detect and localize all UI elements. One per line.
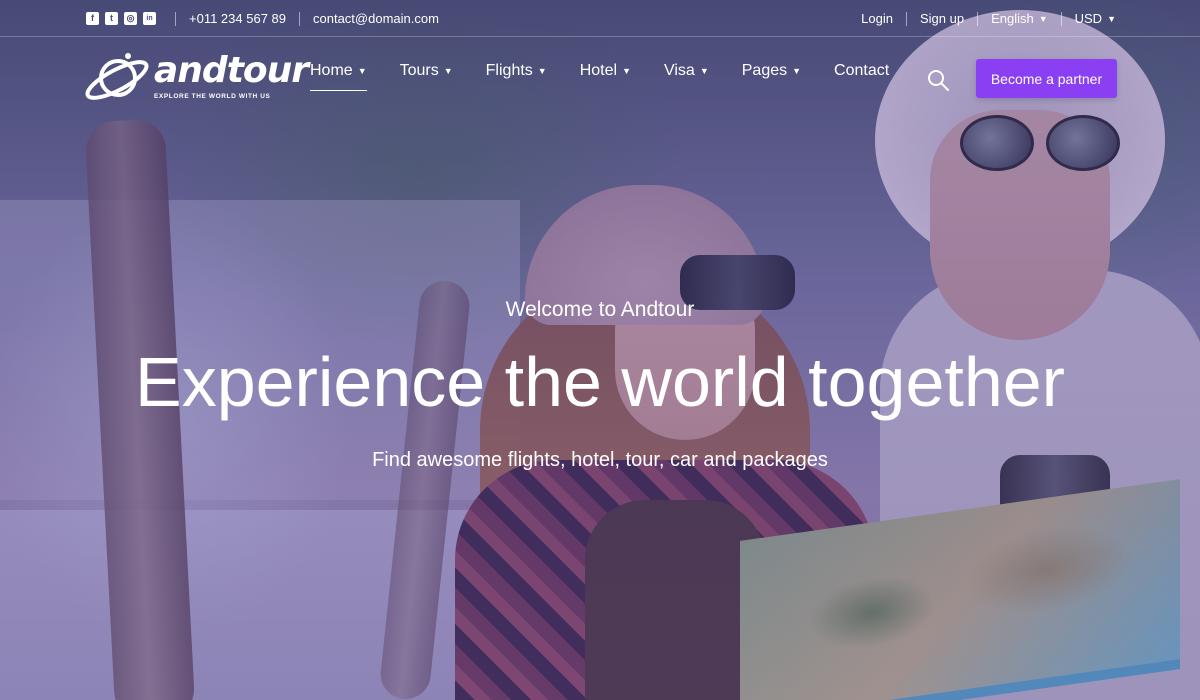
chevron-down-icon: ▼ bbox=[622, 66, 631, 76]
chevron-down-icon: ▼ bbox=[1107, 14, 1116, 24]
top-bar-left: f t ◎ in +011 234 567 89 contact@domain.… bbox=[86, 0, 439, 37]
divider bbox=[905, 11, 907, 26]
currency-value: USD bbox=[1074, 11, 1103, 26]
divider bbox=[299, 11, 300, 26]
nav-item-contact[interactable]: Contact bbox=[834, 62, 889, 90]
chevron-down-icon: ▼ bbox=[699, 66, 709, 76]
chevron-down-icon: ▼ bbox=[1038, 14, 1048, 24]
email-link[interactable]: contact@domain.com bbox=[313, 11, 439, 26]
nav-item-label: Home bbox=[310, 62, 353, 79]
chevron-down-icon: ▼ bbox=[792, 66, 802, 76]
chevron-down-icon: ▼ bbox=[357, 66, 367, 76]
twitter-icon[interactable]: t bbox=[105, 12, 118, 25]
site-logo[interactable]: andtour EXPLORE THE WORLD WITH US bbox=[82, 48, 309, 108]
top-bar-right: Login Sign up English ▼ USD ▼ bbox=[861, 0, 1116, 37]
linkedin-icon[interactable]: in bbox=[143, 12, 156, 25]
nav-item-hotel[interactable]: Hotel ▼ bbox=[580, 62, 631, 90]
nav-item-pages[interactable]: Pages ▼ bbox=[742, 62, 801, 90]
nav-item-home[interactable]: Home ▼ bbox=[310, 62, 367, 91]
planet-logo-icon bbox=[85, 53, 149, 100]
divider bbox=[977, 11, 979, 26]
language-selector[interactable]: English ▼ bbox=[991, 11, 1048, 26]
instagram-icon[interactable]: ◎ bbox=[124, 12, 137, 25]
signup-link[interactable]: Sign up bbox=[920, 11, 964, 26]
hero-headline: Experience the world together bbox=[135, 343, 1065, 421]
login-link[interactable]: Login bbox=[861, 11, 893, 26]
language-value: English bbox=[991, 11, 1034, 26]
chevron-down-icon: ▼ bbox=[443, 66, 453, 76]
nav-item-label: Flights bbox=[485, 62, 533, 79]
facebook-icon[interactable]: f bbox=[86, 12, 99, 25]
hero-subtitle: Find awesome flights, hotel, tour, car a… bbox=[372, 449, 828, 471]
top-bar: f t ◎ in +011 234 567 89 contact@domain.… bbox=[0, 0, 1200, 37]
brand-name: andtour bbox=[154, 50, 309, 91]
currency-selector[interactable]: USD ▼ bbox=[1075, 11, 1116, 26]
nav-item-flights[interactable]: Flights ▼ bbox=[486, 62, 547, 90]
nav-item-label: Pages bbox=[741, 62, 788, 79]
brand-tagline: EXPLORE THE WORLD WITH US bbox=[154, 93, 271, 100]
divider bbox=[175, 11, 176, 26]
nav-item-label: Visa bbox=[663, 62, 695, 79]
search-icon[interactable] bbox=[926, 68, 950, 92]
phone-link[interactable]: +011 234 567 89 bbox=[189, 11, 286, 26]
main-nav: Home ▼ Tours ▼ Flights ▼ Hotel ▼ Visa ▼ Pages… bbox=[310, 62, 922, 91]
nav-item-label: Tours bbox=[399, 62, 439, 79]
nav-item-label: Contact bbox=[834, 62, 890, 79]
nav-item-visa[interactable]: Visa ▼ bbox=[664, 62, 709, 90]
become-partner-button[interactable]: Become a partner bbox=[976, 59, 1117, 98]
nav-item-tours[interactable]: Tours ▼ bbox=[400, 62, 453, 90]
chevron-down-icon: ▼ bbox=[537, 66, 547, 76]
hero-welcome-text: Welcome to Andtour bbox=[505, 298, 695, 321]
nav-item-label: Hotel bbox=[579, 62, 618, 79]
divider bbox=[1060, 11, 1062, 26]
